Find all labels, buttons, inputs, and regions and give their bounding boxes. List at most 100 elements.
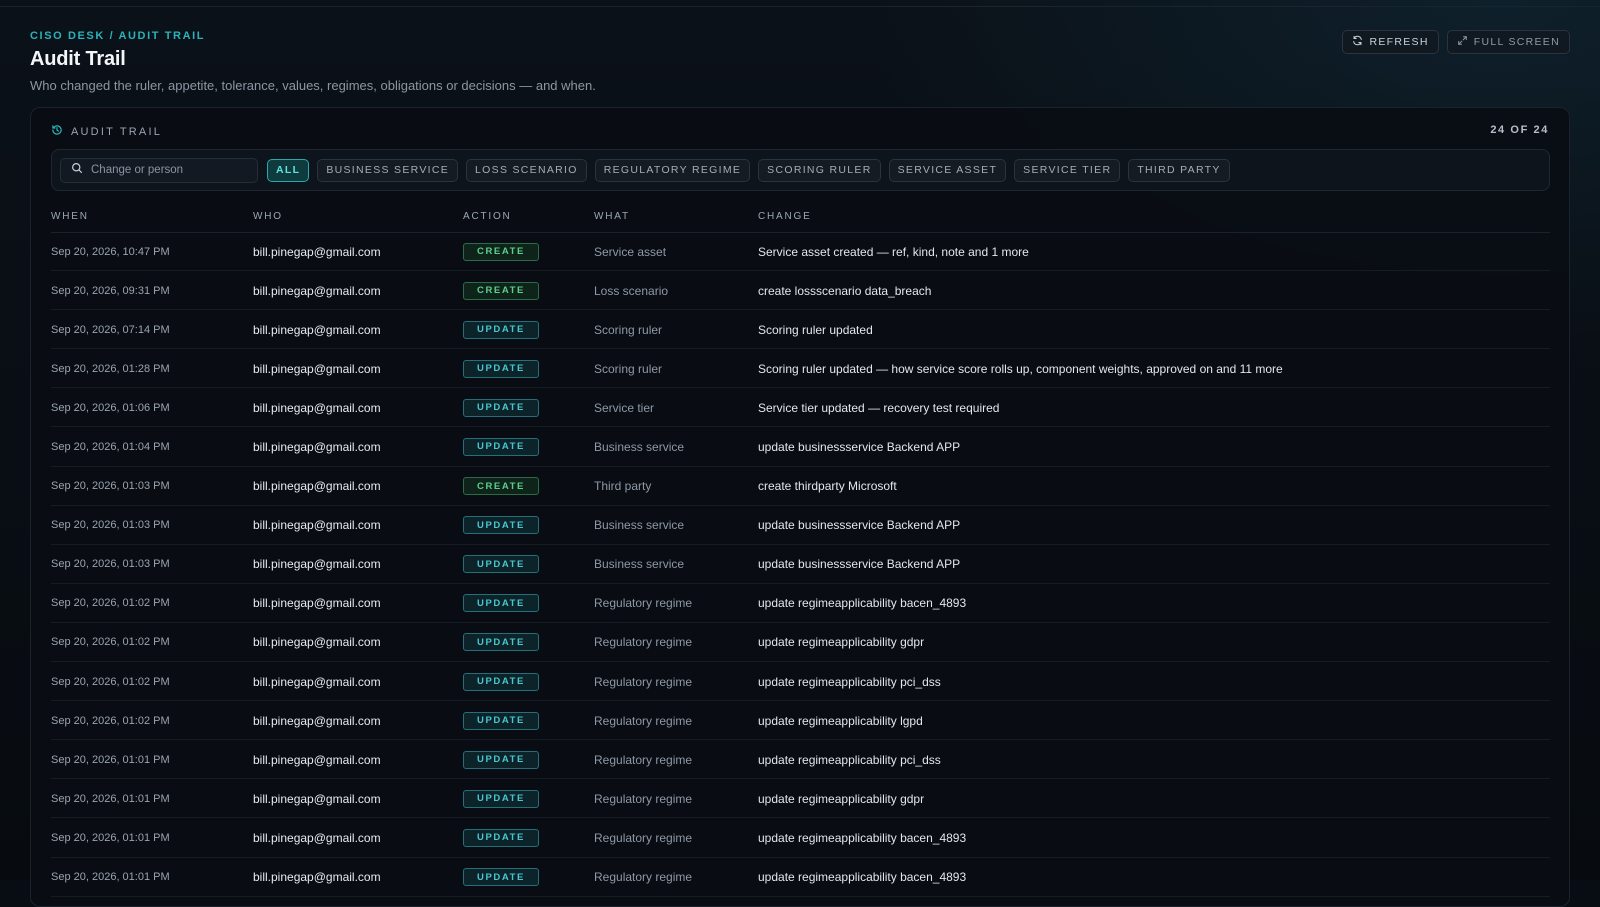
column-header-when[interactable]: WHEN <box>51 211 89 222</box>
action-badge: UPDATE <box>463 750 539 769</box>
cell-change: update businessservice Backend APP <box>758 557 961 572</box>
cell-what: Scoring ruler <box>594 361 663 376</box>
action-badge: UPDATE <box>463 320 539 339</box>
table-row[interactable]: Sep 20, 2026, 01:02 PM bill.pinegap@gmail… <box>51 584 1550 623</box>
table-row[interactable]: Sep 20, 2026, 07:14 PM bill.pinegap@gmail… <box>51 310 1550 350</box>
cell-what: Business service <box>594 439 685 454</box>
filter-bar: ALL BUSINESS SERVICE LOSS SCENARIO REGUL… <box>51 149 1550 191</box>
header-actions: REFRESH FULL SCREEN <box>1342 30 1570 54</box>
action-badge: UPDATE <box>463 633 539 652</box>
filter-chip-business-service[interactable]: BUSINESS SERVICE <box>317 158 459 182</box>
filter-chip-service-tier[interactable]: SERVICE TIER <box>1014 158 1121 182</box>
filter-chip-third-party[interactable]: THIRD PARTY <box>1128 158 1230 182</box>
cell-when: Sep 20, 2026, 01:06 PM <box>51 401 170 414</box>
cell-when: Sep 20, 2026, 09:31 PM <box>51 284 170 297</box>
cell-change: Scoring ruler updated <box>758 322 873 337</box>
cell-who: bill.pinegap@gmail.com <box>253 752 381 767</box>
cell-who: bill.pinegap@gmail.com <box>253 674 381 689</box>
table-row[interactable]: Sep 20, 2026, 01:03 PM bill.pinegap@gmail… <box>51 545 1550 584</box>
refresh-button[interactable]: REFRESH <box>1342 30 1439 54</box>
column-header-change[interactable]: CHANGE <box>758 211 812 222</box>
cell-who: bill.pinegap@gmail.com <box>253 830 381 845</box>
cell-when: Sep 20, 2026, 01:03 PM <box>51 480 170 493</box>
top-divider <box>0 6 1600 7</box>
table-row[interactable]: Sep 20, 2026, 01:02 PM bill.pinegap@gmail… <box>51 701 1550 741</box>
cell-what: Service asset <box>594 244 667 259</box>
filter-chip-scoring-ruler[interactable]: SCORING RULER <box>758 158 881 182</box>
breadcrumb[interactable]: CISO DESK / AUDIT TRAIL <box>30 30 1570 42</box>
cell-change: update regimeapplicability pci_dss <box>758 752 941 767</box>
cell-action: UPDATE <box>463 740 539 779</box>
column-header-who[interactable]: WHO <box>253 211 283 222</box>
cell-what: Service tier <box>594 400 655 415</box>
cell-what: Business service <box>594 518 685 533</box>
table-row[interactable]: Sep 20, 2026, 01:04 PM bill.pinegap@gmail… <box>51 427 1550 467</box>
cell-when: Sep 20, 2026, 07:14 PM <box>51 323 170 336</box>
cell-action: UPDATE <box>463 623 539 662</box>
cell-who: bill.pinegap@gmail.com <box>253 713 381 728</box>
cell-who: bill.pinegap@gmail.com <box>253 244 381 259</box>
filter-chip-service-asset[interactable]: SERVICE ASSET <box>888 158 1007 182</box>
cell-what: Regulatory regime <box>594 674 693 689</box>
table-row[interactable]: Sep 20, 2026, 01:01 PM bill.pinegap@gmail… <box>51 858 1550 897</box>
history-icon <box>51 124 63 139</box>
full-screen-button[interactable]: FULL SCREEN <box>1446 30 1570 54</box>
cell-action: UPDATE <box>463 349 539 388</box>
cell-who: bill.pinegap@gmail.com <box>253 400 381 415</box>
table-row[interactable]: Sep 20, 2026, 01:02 PM bill.pinegap@gmail… <box>51 623 1550 663</box>
filter-chip-all[interactable]: ALL <box>267 158 310 182</box>
cell-what: Regulatory regime <box>594 635 693 650</box>
cell-action: UPDATE <box>463 584 539 623</box>
table-row[interactable]: Sep 20, 2026, 01:03 PM bill.pinegap@gmail… <box>51 506 1550 545</box>
cell-what: Regulatory regime <box>594 870 693 884</box>
action-badge: UPDATE <box>463 555 539 574</box>
table-row[interactable]: Sep 20, 2026, 09:31 PM bill.pinegap@gmail… <box>51 271 1550 311</box>
cell-when: Sep 20, 2026, 01:01 PM <box>51 871 170 883</box>
refresh-icon <box>1352 35 1363 49</box>
search-input[interactable] <box>91 164 241 176</box>
table-row[interactable]: Sep 20, 2026, 01:01 PM bill.pinegap@gmail… <box>51 779 1550 819</box>
cell-change: Service asset created — ref, kind, note … <box>758 244 1029 259</box>
cell-change: update regimeapplicability bacen_4893 <box>758 830 967 845</box>
column-header-action[interactable]: ACTION <box>463 211 512 222</box>
audit-trail-panel: AUDIT TRAIL 24 OF 24 ALL BUSINESS SERVIC… <box>30 107 1570 907</box>
action-badge: UPDATE <box>463 516 539 535</box>
cell-who: bill.pinegap@gmail.com <box>253 791 381 806</box>
refresh-label: REFRESH <box>1369 36 1429 48</box>
cell-who: bill.pinegap@gmail.com <box>253 439 381 454</box>
action-badge: UPDATE <box>463 594 539 613</box>
cell-change: update regimeapplicability gdpr <box>758 791 925 806</box>
column-header-what[interactable]: WHAT <box>594 211 630 222</box>
table-row[interactable]: Sep 20, 2026, 01:01 PM bill.pinegap@gmail… <box>51 740 1550 780</box>
cell-action: UPDATE <box>463 545 539 584</box>
table-row[interactable]: Sep 20, 2026, 01:06 PM bill.pinegap@gmail… <box>51 388 1550 428</box>
cell-action: UPDATE <box>463 427 539 466</box>
table-row[interactable]: Sep 20, 2026, 01:03 PM bill.pinegap@gmail… <box>51 467 1550 506</box>
cell-when: Sep 20, 2026, 01:02 PM <box>51 597 170 610</box>
search-box[interactable] <box>60 157 258 183</box>
cell-who: bill.pinegap@gmail.com <box>253 870 381 884</box>
search-icon <box>71 161 83 179</box>
table-row[interactable]: Sep 20, 2026, 01:28 PM bill.pinegap@gmail… <box>51 349 1550 389</box>
cell-when: Sep 20, 2026, 01:28 PM <box>51 362 170 375</box>
cell-action: UPDATE <box>463 506 539 545</box>
cell-who: bill.pinegap@gmail.com <box>253 557 381 572</box>
table-row[interactable]: Sep 20, 2026, 01:01 PM bill.pinegap@gmail… <box>51 818 1550 858</box>
action-badge: CREATE <box>463 242 539 261</box>
filter-chip-loss-scenario[interactable]: LOSS SCENARIO <box>466 158 587 182</box>
table-row[interactable]: Sep 20, 2026, 10:47 PM bill.pinegap@gmail… <box>51 232 1550 272</box>
cell-when: Sep 20, 2026, 01:01 PM <box>51 753 170 766</box>
cell-who: bill.pinegap@gmail.com <box>253 361 381 376</box>
cell-action: UPDATE <box>463 779 539 818</box>
cell-action: UPDATE <box>463 858 539 897</box>
cell-change: Service tier updated — recovery test req… <box>758 400 1000 415</box>
cell-when: Sep 20, 2026, 01:02 PM <box>51 714 170 727</box>
table-row[interactable]: Sep 20, 2026, 01:02 PM bill.pinegap@gmail… <box>51 662 1550 702</box>
expand-icon <box>1457 35 1468 49</box>
panel-title: AUDIT TRAIL <box>51 124 1549 139</box>
cell-action: UPDATE <box>463 310 539 349</box>
filter-chip-regulatory-regime[interactable]: REGULATORY REGIME <box>594 158 751 182</box>
page-title: Audit Trail <box>30 48 126 70</box>
action-badge: UPDATE <box>463 789 539 808</box>
cell-what: Regulatory regime <box>594 752 693 767</box>
